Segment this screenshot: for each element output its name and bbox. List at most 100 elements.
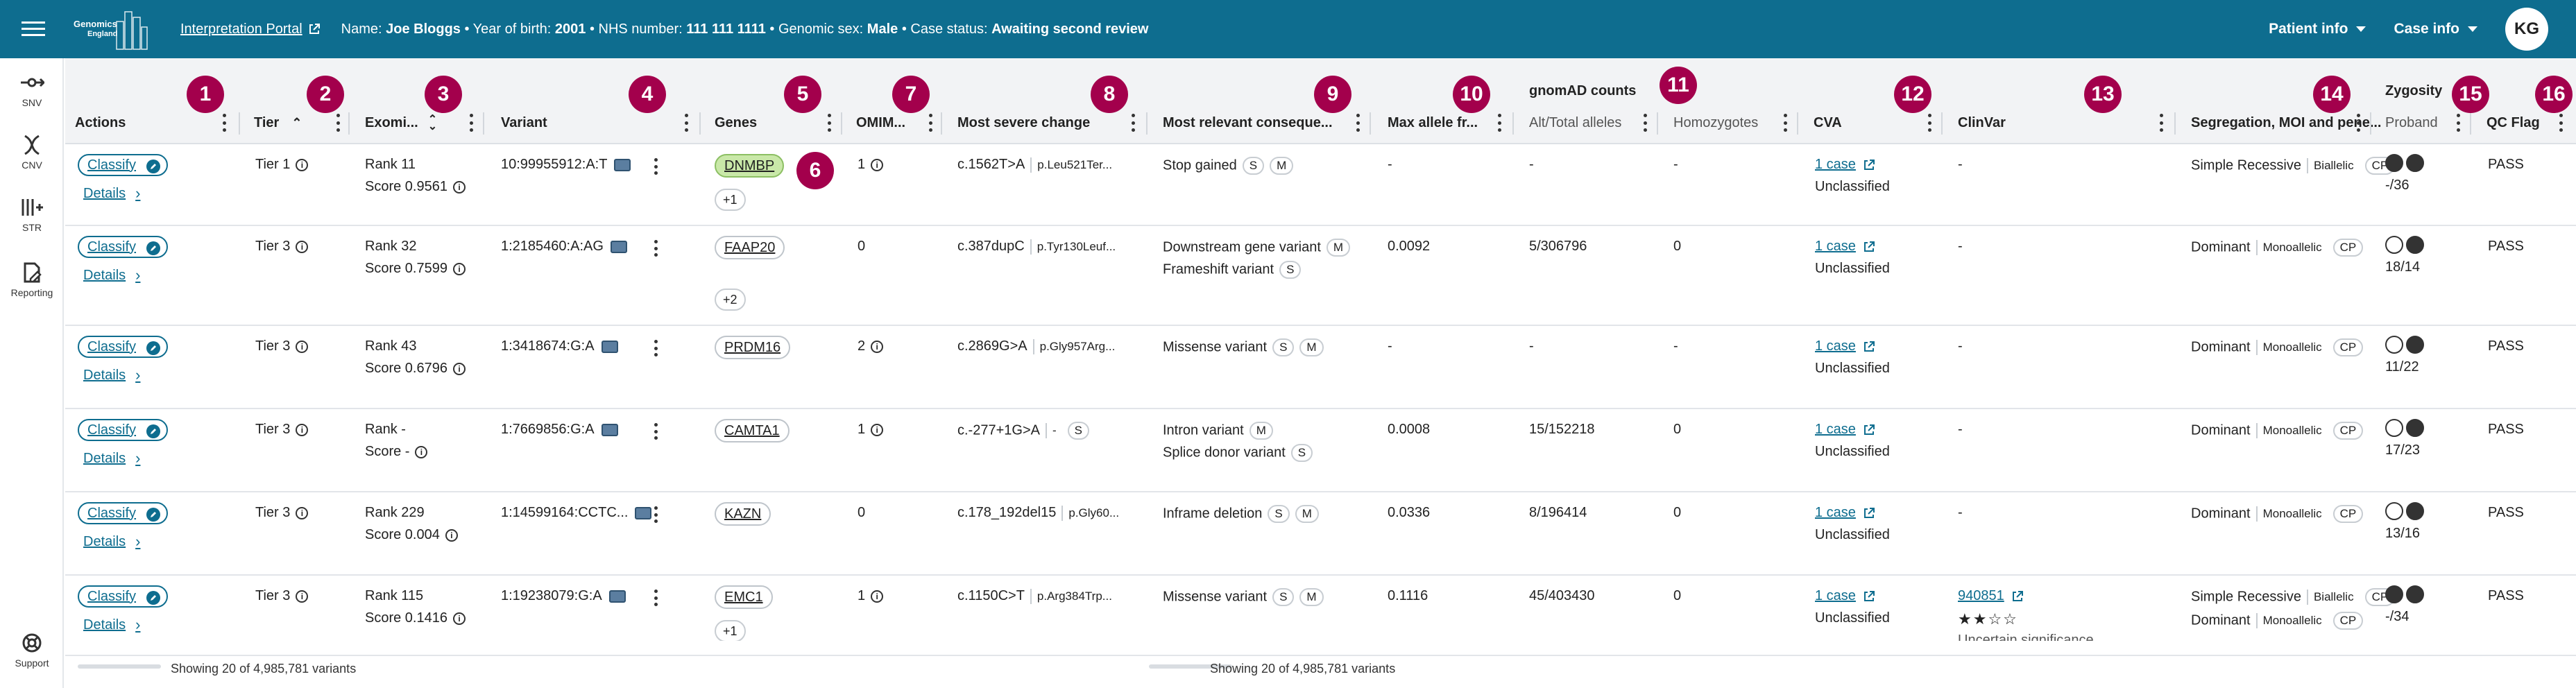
col-divider[interactable] xyxy=(2174,112,2176,135)
col-omim[interactable]: OMIM... xyxy=(856,115,905,131)
col-most-severe[interactable]: Most severe change xyxy=(957,115,1090,131)
col-qc-flag-menu[interactable] xyxy=(2559,114,2563,132)
info-icon[interactable]: i xyxy=(296,506,309,519)
col-divider[interactable] xyxy=(1370,112,1371,135)
nav-cnv[interactable]: CNV xyxy=(0,135,64,171)
col-segregation[interactable]: Segregation, MOI and pene... xyxy=(2191,115,2381,131)
col-most-relevant[interactable]: Most relevant conseque... xyxy=(1163,115,1333,131)
col-genes[interactable]: Genes xyxy=(715,115,757,131)
col-divider[interactable] xyxy=(239,112,240,135)
col-divider[interactable] xyxy=(841,112,842,135)
col-divider[interactable] xyxy=(483,112,484,135)
genome-browser-icon[interactable] xyxy=(614,158,631,171)
table-row[interactable]: Classify Details › Tier 3 i Rank 115 Score 0.1… xyxy=(65,576,2576,641)
classify-button[interactable]: Classify xyxy=(78,336,169,358)
col-tier[interactable]: Tier ⌃ xyxy=(254,115,302,131)
info-icon[interactable]: i xyxy=(445,528,458,542)
col-segregation-menu[interactable] xyxy=(2356,114,2360,132)
col-proband-menu[interactable] xyxy=(2456,114,2460,132)
col-divider[interactable] xyxy=(2470,112,2471,135)
col-divider[interactable] xyxy=(699,112,701,135)
more-genes-chip[interactable]: +2 xyxy=(715,289,746,311)
col-divider[interactable] xyxy=(1797,112,1798,135)
col-qc-flag[interactable]: QC Flag xyxy=(2487,115,2540,131)
table-row[interactable]: Classify Details › Tier 3 i Rank 43 Score 0.67… xyxy=(65,326,2576,409)
col-max-allele[interactable]: Max allele fr... xyxy=(1388,115,1478,131)
cva-case-link[interactable]: 1 case xyxy=(1815,239,1875,255)
genome-browser-icon[interactable] xyxy=(635,506,652,519)
info-icon[interactable]: i xyxy=(871,423,884,436)
col-genes-menu[interactable] xyxy=(827,114,831,132)
details-link[interactable]: Details › xyxy=(83,449,140,467)
variant-row-menu[interactable] xyxy=(654,590,658,606)
classify-button[interactable]: Classify xyxy=(78,419,169,441)
col-actions[interactable]: Actions xyxy=(75,115,126,131)
horizontal-scrollbar[interactable] xyxy=(78,664,161,669)
gene-chip[interactable]: EMC1 xyxy=(715,585,773,609)
details-link[interactable]: Details › xyxy=(83,366,140,384)
gene-chip[interactable]: PRDM16 xyxy=(715,336,791,359)
cva-case-link[interactable]: 1 case xyxy=(1815,588,1875,604)
table-row[interactable]: Classify Details › Tier 3 i Rank - Score - i 1:7… xyxy=(65,409,2576,492)
variant-id[interactable]: 1:7669856:G:A xyxy=(501,422,595,437)
variant-id[interactable]: 10:99955912:A:T xyxy=(501,157,607,172)
gene-chip[interactable]: DNMBP xyxy=(715,154,785,178)
col-exomiser[interactable]: Exomi... ⌃ ⌄ xyxy=(365,114,437,132)
info-icon[interactable]: i xyxy=(452,180,466,194)
col-divider[interactable] xyxy=(348,112,350,135)
col-most-relevant-menu[interactable] xyxy=(1356,114,1360,132)
classify-button[interactable]: Classify xyxy=(78,502,169,524)
col-clinvar[interactable]: ClinVar xyxy=(1958,115,2006,131)
cva-case-link[interactable]: 1 case xyxy=(1815,338,1875,354)
cva-case-link[interactable]: 1 case xyxy=(1815,422,1875,438)
col-cva-menu[interactable] xyxy=(1927,114,1931,132)
col-cva[interactable]: CVA xyxy=(1814,115,1842,131)
col-divider[interactable] xyxy=(1657,112,1658,135)
table-row[interactable]: Classify Details › Tier 1 i Rank 11 Score 0.95… xyxy=(65,144,2576,226)
col-alt-total-menu[interactable] xyxy=(1643,114,1647,132)
info-icon[interactable]: i xyxy=(452,362,466,375)
info-icon[interactable]: i xyxy=(296,158,309,171)
col-exomiser-menu[interactable] xyxy=(469,114,473,132)
col-proband[interactable]: Proband xyxy=(2385,115,2438,131)
details-link[interactable]: Details › xyxy=(83,533,140,551)
info-icon[interactable]: i xyxy=(452,262,466,275)
classify-button[interactable]: Classify xyxy=(78,154,169,176)
variant-id[interactable]: 1:3418674:G:A xyxy=(501,338,595,354)
case-info-menu[interactable]: Case info xyxy=(2394,21,2477,37)
info-icon[interactable]: i xyxy=(415,445,428,458)
variant-id[interactable]: 1:14599164:CCTC... xyxy=(501,505,628,520)
nav-str[interactable]: STR xyxy=(0,197,64,233)
col-divider[interactable] xyxy=(941,112,942,135)
details-link[interactable]: Details › xyxy=(83,616,140,634)
variant-row-menu[interactable] xyxy=(654,240,658,257)
col-divider[interactable] xyxy=(1512,112,1514,135)
cva-case-link[interactable]: 1 case xyxy=(1815,157,1875,173)
genome-browser-icon[interactable] xyxy=(610,240,627,253)
nav-support[interactable]: Support xyxy=(0,633,64,669)
col-most-severe-menu[interactable] xyxy=(1131,114,1135,132)
patient-info-menu[interactable]: Patient info xyxy=(2269,21,2366,37)
col-actions-menu[interactable] xyxy=(222,114,226,132)
gene-chip[interactable]: KAZN xyxy=(715,502,771,526)
variant-row-menu[interactable] xyxy=(654,340,658,356)
classify-button[interactable]: Classify xyxy=(78,585,169,608)
col-variant[interactable]: Variant xyxy=(501,115,547,131)
variant-row-menu[interactable] xyxy=(654,423,658,440)
variant-row-menu[interactable] xyxy=(654,506,658,523)
info-icon[interactable]: i xyxy=(296,590,309,603)
nav-reporting[interactable]: Reporting xyxy=(0,262,64,298)
more-genes-chip[interactable]: +1 xyxy=(715,189,746,211)
table-row[interactable]: Classify Details › Tier 3 i Rank 32 Score 0.75… xyxy=(65,226,2576,326)
info-icon[interactable]: i xyxy=(452,612,466,625)
table-row[interactable]: Classify Details › Tier 3 i Rank 229 Score 0.0… xyxy=(65,492,2576,576)
gene-chip[interactable]: FAAP20 xyxy=(715,236,785,259)
col-alt-total[interactable]: Alt/Total alleles xyxy=(1529,115,1621,131)
variant-row-menu[interactable] xyxy=(654,158,658,175)
col-max-allele-menu[interactable] xyxy=(1497,114,1501,132)
variant-id[interactable]: 1:19238079:G:A xyxy=(501,588,602,603)
col-divider[interactable] xyxy=(1941,112,1943,135)
gene-chip[interactable]: CAMTA1 xyxy=(715,419,790,442)
clinvar-link[interactable]: 940851 xyxy=(1958,588,2024,604)
col-homozygotes[interactable]: Homozygotes xyxy=(1673,115,1758,131)
